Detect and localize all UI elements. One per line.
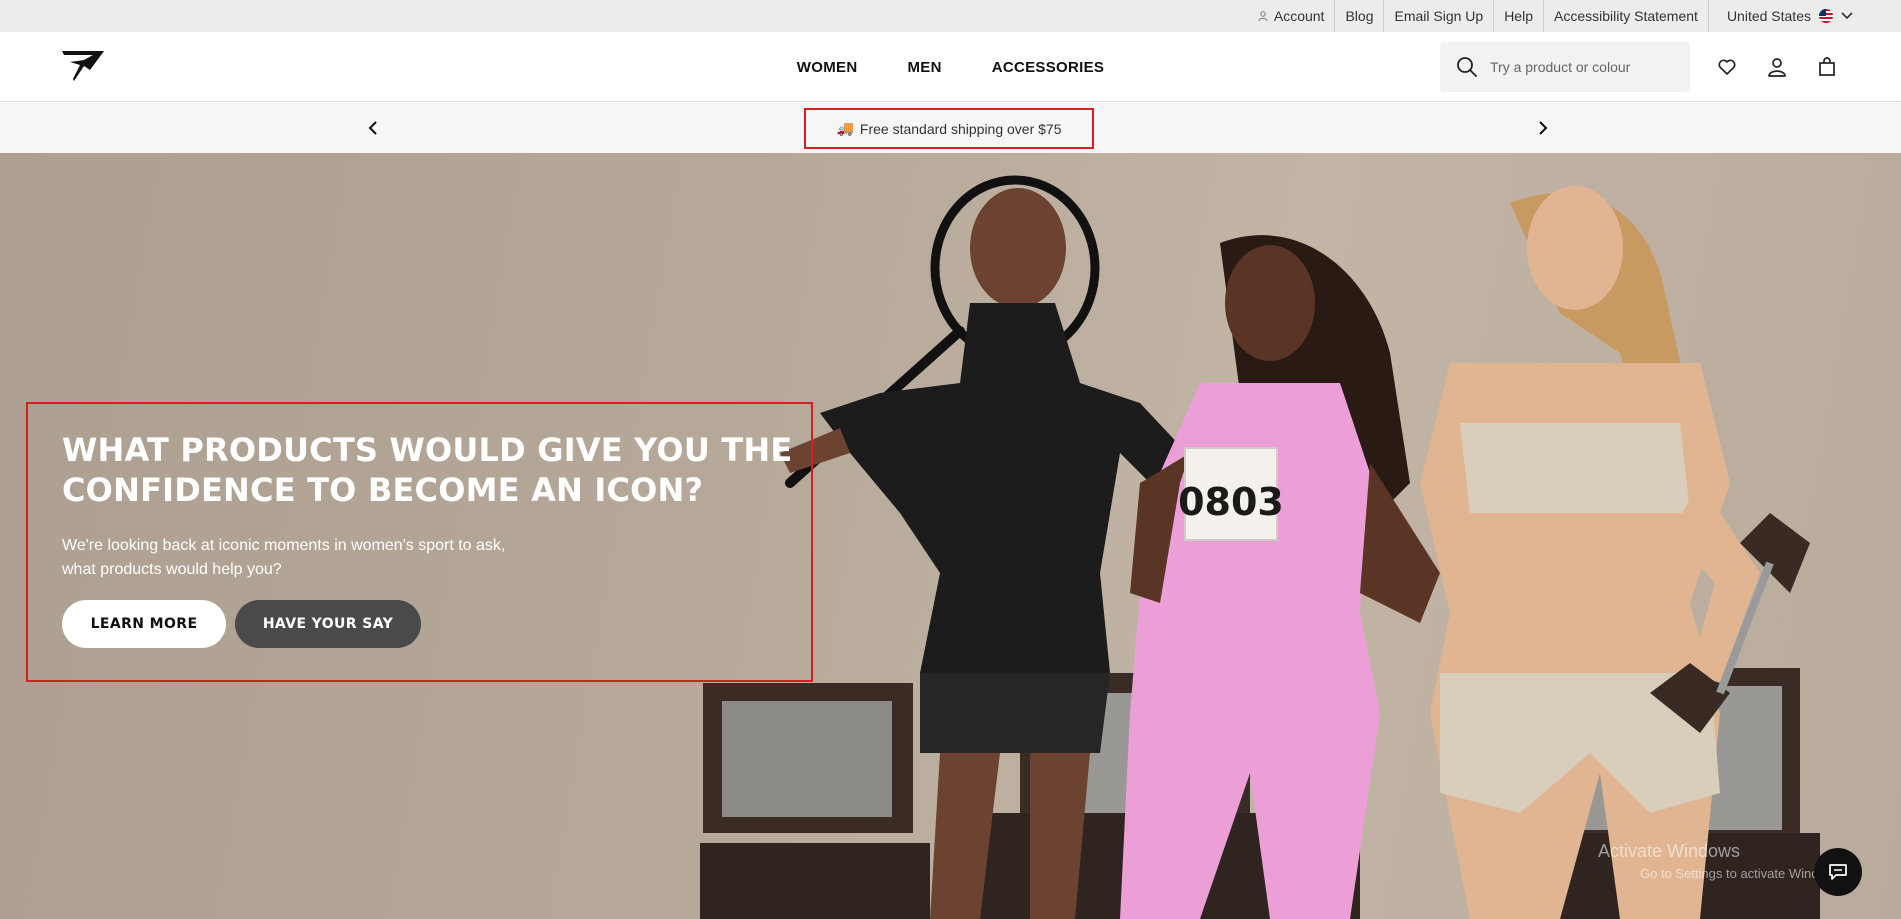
utility-links: Account Blog Email Sign Up Help Accessib… [1248,0,1853,32]
nav-item-accessories[interactable]: ACCESSORIES [992,59,1105,76]
chevron-down-icon [1841,12,1853,20]
user-icon [1768,58,1786,77]
help-label: Help [1504,8,1533,24]
email-signup-link[interactable]: Email Sign Up [1384,0,1495,32]
accessibility-statement-link[interactable]: Accessibility Statement [1544,0,1709,32]
country-label: United States [1726,8,1811,24]
search-input[interactable] [1490,59,1670,75]
user-small-icon [1258,11,1268,21]
blog-link[interactable]: Blog [1335,0,1385,32]
brand-logo-icon[interactable] [60,48,106,84]
utility-bar: Account Blog Email Sign Up Help Accessib… [0,0,1901,32]
truck-icon: 🚚 [836,120,854,136]
have-your-say-button[interactable]: HAVE YOUR SAY [235,600,421,648]
us-flag-icon [1819,9,1833,23]
country-selector[interactable]: United States [1709,0,1853,32]
chat-button[interactable] [1814,848,1862,896]
bag-button[interactable] [1816,56,1838,78]
hero-title: WHAT PRODUCTS WOULD GIVE YOU THE CONFIDE… [62,431,793,509]
promo-next-button[interactable] [1533,118,1553,138]
promo-message[interactable]: 🚚 Free standard shipping over $75 [804,108,1094,149]
chevron-right-icon [1539,121,1548,135]
watermark-line-1: Activate Windows [1598,841,1741,861]
chat-bubble-icon [1829,864,1847,880]
promo-bar: 🚚 Free standard shipping over $75 [0,103,1901,153]
email-signup-label: Email Sign Up [1394,8,1484,24]
header-actions [1716,32,1838,102]
hero-callout: WHAT PRODUCTS WOULD GIVE YOU THE CONFIDE… [26,402,813,682]
help-link[interactable]: Help [1494,0,1544,32]
nav-item-women[interactable]: WOMEN [797,59,858,76]
athlete-2: 0803 [1120,235,1440,919]
site-header: WOMEN MEN ACCESSORIES [0,32,1901,102]
account-button[interactable] [1766,56,1788,78]
learn-more-button[interactable]: LEARN MORE [62,600,226,648]
wishlist-button[interactable] [1716,56,1738,78]
hero-buttons: LEARN MORE HAVE YOUR SAY [62,600,421,648]
search-bar[interactable] [1440,42,1690,92]
search-icon [1457,57,1477,77]
accessibility-label: Accessibility Statement [1553,8,1698,24]
account-label: Account [1273,8,1325,24]
shopping-bag-icon [1819,57,1835,76]
account-link[interactable]: Account [1248,0,1336,32]
heart-icon [1718,59,1736,75]
race-bib-number: 0803 [1178,480,1284,524]
nav-item-men[interactable]: MEN [907,59,941,76]
chevron-left-icon [368,121,377,135]
promo-prev-button[interactable] [363,118,383,138]
blog-label: Blog [1345,8,1374,24]
promo-text: Free standard shipping over $75 [859,120,1062,137]
windows-activation-watermark: Activate Windows Go to Settings to activ… [1598,841,1845,881]
hero-subtitle: We're looking back at iconic moments in … [62,537,506,578]
hero-banner[interactable]: 0803 WHAT PRODUCTS WOULD GIVE YOU THE CO… [0,153,1901,919]
